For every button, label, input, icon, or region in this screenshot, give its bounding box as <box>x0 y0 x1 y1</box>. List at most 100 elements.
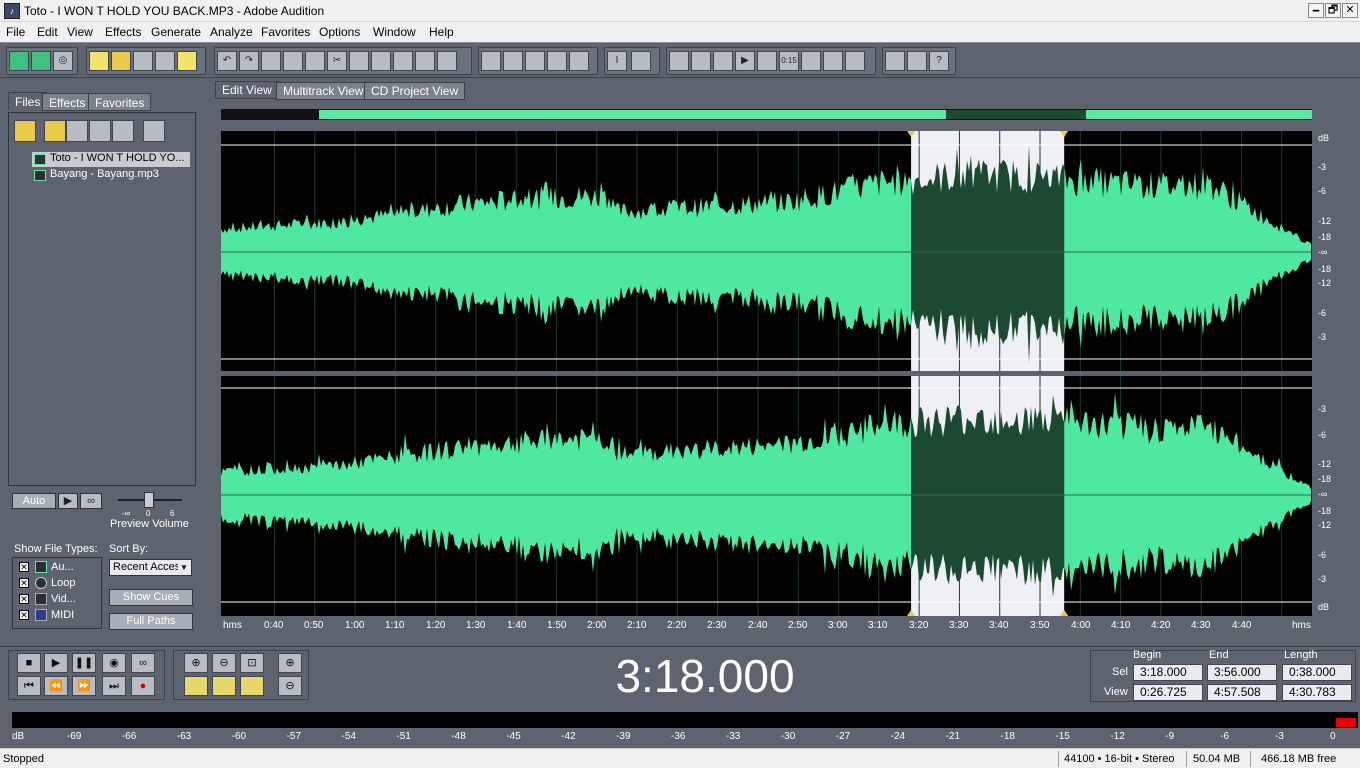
selection-length-field[interactable]: 0:38.000 <box>1282 664 1352 681</box>
zoom-in-vertical-icon[interactable]: ⊕ <box>278 653 302 673</box>
script-icon[interactable] <box>907 51 927 71</box>
file-item-bayang[interactable]: Bayang - Bayang.mp3 <box>32 168 190 183</box>
level-meter-clip-indicator[interactable] <box>1336 718 1356 727</box>
zoom-to-right-edge-icon[interactable] <box>212 676 236 696</box>
undo-icon[interactable]: ↶ <box>217 51 237 71</box>
tab-edit-view[interactable]: Edit View <box>215 81 279 99</box>
show-cues-button[interactable]: Show Cues <box>109 589 193 606</box>
menu-file[interactable]: File <box>6 25 25 39</box>
fast-forward-button[interactable]: ⏩ <box>72 676 96 696</box>
loop-preview-button[interactable]: ∞ <box>80 493 102 509</box>
transport-window-icon[interactable]: ▶ <box>735 51 755 71</box>
play-looped-button[interactable]: ∞ <box>131 653 155 673</box>
preview-volume-slider[interactable] <box>144 492 154 508</box>
tab-effects[interactable]: Effects <box>42 93 93 111</box>
stop-button[interactable]: ■ <box>17 653 41 673</box>
type-audio-checkbox[interactable]: ✕ <box>19 562 29 572</box>
type-loop-checkbox[interactable]: ✕ <box>19 578 29 588</box>
go-to-end-button[interactable]: ⏭ <box>102 676 126 696</box>
marquee-tool-icon[interactable] <box>631 51 651 71</box>
auto-play-button[interactable]: Auto <box>12 493 56 509</box>
spectral-view-icon[interactable] <box>481 51 501 71</box>
menu-favorites[interactable]: Favorites <box>261 25 310 39</box>
status-bar-toggle-icon[interactable] <box>845 51 865 71</box>
save-icon[interactable] <box>133 51 153 71</box>
view-left-icon[interactable] <box>525 51 545 71</box>
paste-new-icon[interactable] <box>371 51 391 71</box>
menu-view[interactable]: View <box>67 25 93 39</box>
open-file-icon[interactable] <box>111 51 131 71</box>
play-button[interactable]: ▶ <box>44 653 68 673</box>
rewind-button[interactable]: ⏪ <box>44 676 68 696</box>
selection-begin-field[interactable]: 3:18.000 <box>1133 664 1203 681</box>
zoom-to-selection-icon[interactable] <box>240 676 264 696</box>
audition-app-icon[interactable]: ♪ <box>4 3 20 19</box>
menu-edit[interactable]: Edit <box>37 25 58 39</box>
tab-multitrack-view[interactable]: Multitrack View <box>276 82 371 100</box>
cd-view-icon[interactable]: ◎ <box>53 51 73 71</box>
view-right-icon[interactable] <box>547 51 567 71</box>
organizer-window-icon[interactable] <box>669 51 689 71</box>
view-both-icon[interactable] <box>569 51 589 71</box>
tab-favorites[interactable]: Favorites <box>88 93 152 111</box>
tab-cd-project-view[interactable]: CD Project View <box>364 82 466 100</box>
mix-paste-icon[interactable] <box>393 51 413 71</box>
selection-window-icon[interactable] <box>801 51 821 71</box>
close-file-icon[interactable] <box>177 51 197 71</box>
type-midi-checkbox[interactable]: ✕ <box>19 610 29 620</box>
view-length-field[interactable]: 4:30.783 <box>1282 684 1352 701</box>
new-file-icon[interactable] <box>89 51 109 71</box>
pause-button[interactable]: ❚❚ <box>72 653 96 673</box>
delete-silence-icon[interactable] <box>437 51 457 71</box>
main-window-icon[interactable] <box>691 51 711 71</box>
full-paths-button[interactable]: Full Paths <box>109 613 193 630</box>
zoom-out-horizontal-icon[interactable]: ⊖ <box>212 653 236 673</box>
cd-list-icon[interactable] <box>143 120 165 142</box>
restore-icon[interactable]: 🗗 <box>1325 3 1341 18</box>
cut-icon[interactable]: ✂ <box>327 51 347 71</box>
help-icon[interactable]: ? <box>929 51 949 71</box>
overview-visible-range[interactable] <box>319 110 1312 119</box>
snap-icon[interactable] <box>503 51 523 71</box>
menu-help[interactable]: Help <box>429 25 454 39</box>
menu-analyze[interactable]: Analyze <box>210 25 253 39</box>
type-video-checkbox[interactable]: ✕ <box>19 594 29 604</box>
open-file-icon[interactable] <box>14 120 36 142</box>
file-item-toto[interactable]: Toto - I WON T HOLD YO... <box>32 152 190 167</box>
zoom-full-icon[interactable]: ⊡ <box>240 653 264 673</box>
play-to-end-button[interactable]: ◉ <box>102 653 126 673</box>
go-to-beginning-button[interactable]: ⏮ <box>17 676 41 696</box>
settings-icon[interactable] <box>885 51 905 71</box>
menu-options[interactable]: Options <box>319 25 360 39</box>
close-selected-icon[interactable] <box>66 120 88 142</box>
menu-generate[interactable]: Generate <box>151 25 201 39</box>
copy-icon[interactable] <box>283 51 303 71</box>
waveform-display[interactable] <box>221 131 1312 616</box>
info-window-icon[interactable] <box>713 51 733 71</box>
menu-effects[interactable]: Effects <box>105 25 141 39</box>
zoom-window-icon[interactable] <box>757 51 777 71</box>
menu-window[interactable]: Window <box>373 25 416 39</box>
play-preview-button[interactable]: ▶ <box>58 493 78 509</box>
selection-end-field[interactable]: 3:56.000 <box>1207 664 1277 681</box>
view-begin-field[interactable]: 0:26.725 <box>1133 684 1203 701</box>
view-end-field[interactable]: 4:57.508 <box>1207 684 1277 701</box>
chevron-down-icon[interactable]: ▼ <box>178 561 190 574</box>
zoom-in-horizontal-icon[interactable]: ⊕ <box>184 653 208 673</box>
time-window-icon[interactable]: 0:15 <box>779 51 799 71</box>
trim-icon[interactable] <box>415 51 435 71</box>
paste-icon[interactable] <box>349 51 369 71</box>
save-as-icon[interactable] <box>155 51 175 71</box>
redo-icon[interactable]: ↷ <box>239 51 259 71</box>
edit-file-icon[interactable] <box>89 120 111 142</box>
level-meter-window-icon[interactable] <box>823 51 843 71</box>
multitrack-view-icon[interactable] <box>31 51 51 71</box>
minimize-icon[interactable]: 🗕 <box>1308 3 1324 18</box>
close-icon[interactable]: ✕ <box>1342 3 1358 18</box>
zoom-to-left-edge-icon[interactable] <box>184 676 208 696</box>
level-meter-bar[interactable] <box>12 712 1358 728</box>
time-selection-tool-icon[interactable]: I <box>607 51 627 71</box>
import-file-icon[interactable] <box>44 120 66 142</box>
zoom-out-vertical-icon[interactable]: ⊖ <box>278 676 302 696</box>
edit-view-icon[interactable] <box>9 51 29 71</box>
